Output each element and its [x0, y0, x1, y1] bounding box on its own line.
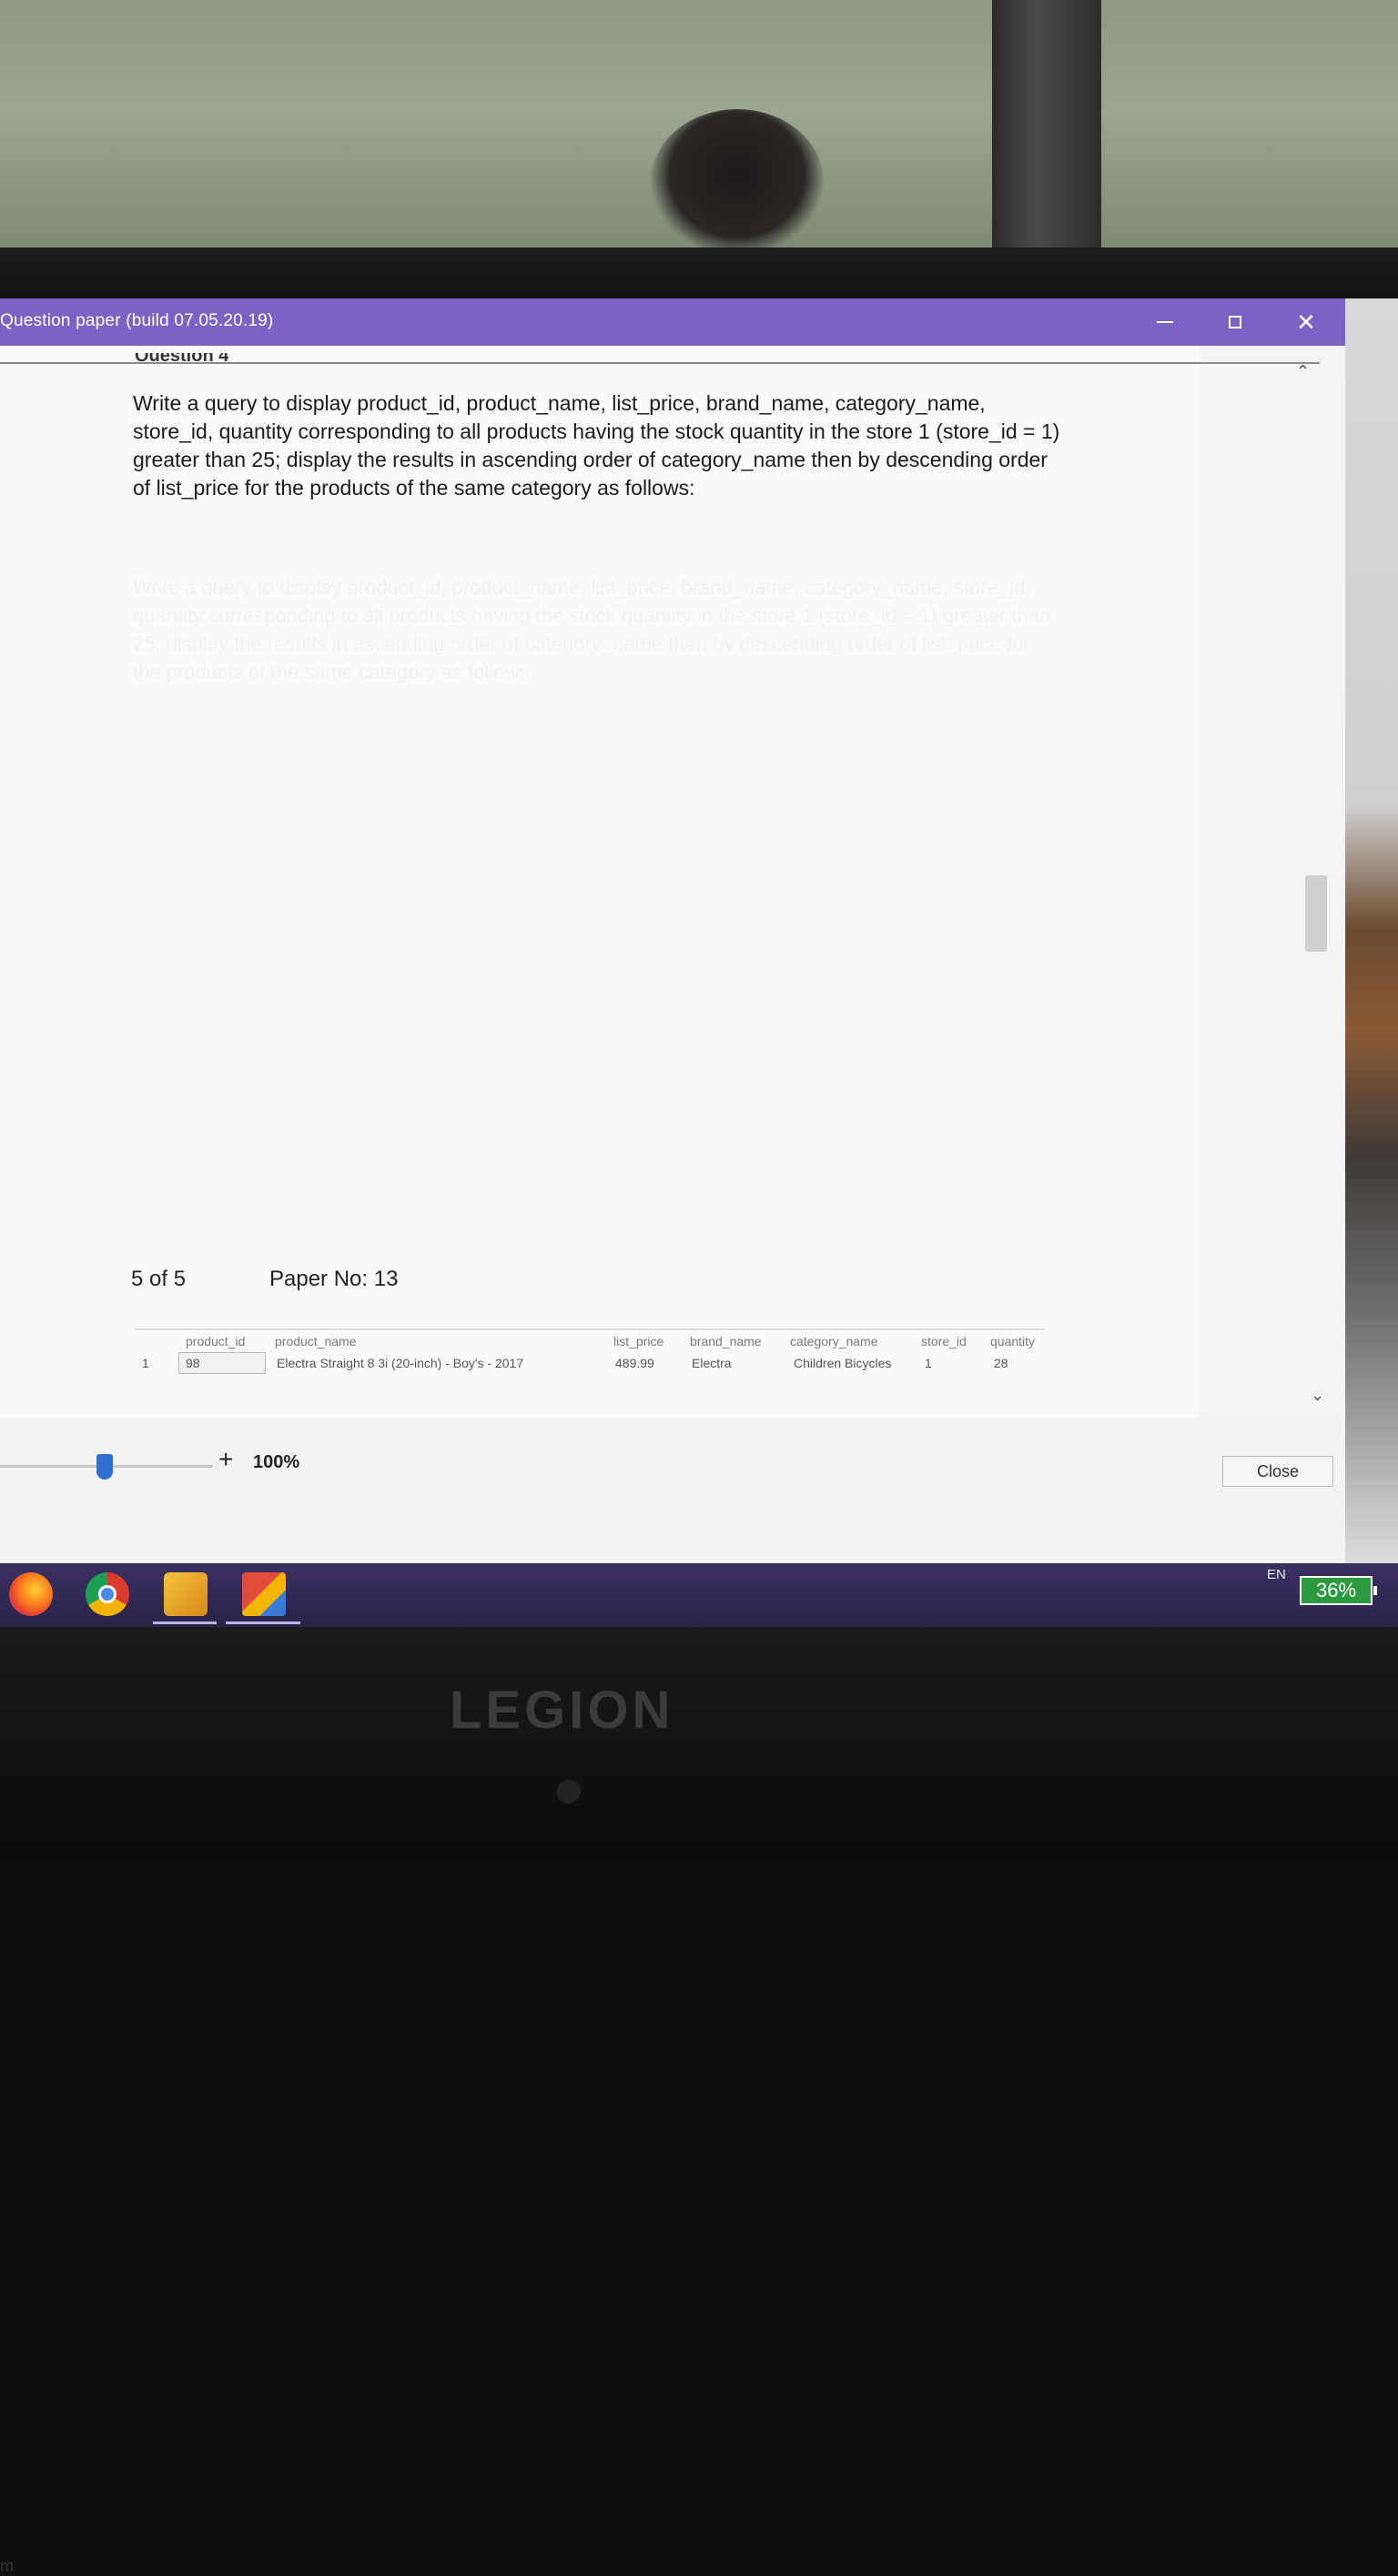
question-text-ghost: Write a query to display product_id, pro…	[133, 573, 1061, 686]
close-button[interactable]: Close	[1222, 1456, 1333, 1487]
laptop-chin: LEGION	[0, 1627, 1398, 1864]
question-heading-cut: Question 4	[135, 353, 228, 361]
firefox-icon[interactable]	[9, 1572, 53, 1616]
paper-number: Paper No: 13	[269, 1267, 399, 1291]
table-cell: Electra Straight 8 3i (20-inch) - Boy's …	[277, 1356, 524, 1370]
zoom-level: 100%	[253, 1452, 300, 1472]
column-header: quantity	[990, 1334, 1036, 1349]
row-index: 1	[142, 1356, 149, 1370]
app-icon[interactable]	[242, 1572, 286, 1616]
close-icon: ✕	[1296, 308, 1316, 336]
maximize-button[interactable]	[1203, 298, 1267, 346]
background-pillar	[992, 0, 1101, 250]
laptop-button	[557, 1780, 581, 1803]
column-header: category_name	[790, 1334, 878, 1349]
window-bottom-bar: m + 100% Close	[0, 1418, 1345, 2575]
zoom-in-button[interactable]: +	[218, 1445, 233, 1474]
column-header: product_id	[186, 1334, 246, 1349]
language-indicator[interactable]: EN	[1267, 1567, 1286, 1582]
table-cell: Electra	[692, 1356, 732, 1370]
scrollbar-thumb[interactable]	[1305, 875, 1327, 952]
table-cell: 98	[186, 1356, 200, 1370]
chrome-icon[interactable]	[86, 1572, 129, 1616]
table-cell: 489.99	[615, 1356, 654, 1370]
minimize-icon	[1157, 321, 1173, 323]
taskbar: EN 36%	[0, 1563, 1398, 1627]
header-divider	[0, 362, 1320, 364]
left-edge-label: m	[0, 2557, 14, 2575]
desktop-wallpaper-edge	[1345, 298, 1398, 1563]
column-header: brand_name	[690, 1334, 762, 1349]
background-person	[651, 109, 824, 255]
tool-icon[interactable]	[164, 1572, 208, 1616]
chevron-up-icon[interactable]: ⌃	[1296, 362, 1310, 381]
table-cell: 1	[925, 1356, 932, 1370]
question-content-pane[interactable]: Question 4 ⌃ Write a query to display pr…	[0, 346, 1327, 1418]
zoom-slider-handle[interactable]	[96, 1454, 113, 1480]
background-room	[0, 0, 1398, 255]
battery-indicator[interactable]: 36%	[1300, 1576, 1377, 1605]
maximize-icon	[1229, 316, 1241, 328]
chevron-down-icon[interactable]: ⌄	[1311, 1386, 1324, 1405]
minimize-button[interactable]	[1133, 298, 1197, 346]
active-app-indicator	[153, 1621, 217, 1624]
question-text: Write a query to display product_id, pro…	[133, 391, 1060, 500]
table-cell: Children Bicycles	[794, 1356, 892, 1370]
column-header: product_name	[275, 1334, 357, 1349]
sample-result-table: product_id product_name list_price brand…	[135, 1328, 1045, 1383]
laptop-bezel-top	[0, 247, 1398, 298]
column-header: store_id	[921, 1334, 967, 1349]
laptop-brand-logo: LEGION	[450, 1681, 674, 1740]
page-indicator: 5 of 5	[131, 1267, 187, 1291]
window-title: Question paper (build 07.05.20.19)	[0, 311, 274, 330]
window-close-button[interactable]: ✕	[1274, 298, 1338, 346]
active-app-indicator	[226, 1621, 300, 1624]
window-titlebar[interactable]: Question paper (build 07.05.20.19) ✕	[0, 298, 1345, 346]
table-cell: 28	[994, 1356, 1008, 1370]
column-header: list_price	[613, 1334, 664, 1349]
question-paper-window: Question paper (build 07.05.20.19) ✕ Que…	[0, 298, 1345, 2575]
